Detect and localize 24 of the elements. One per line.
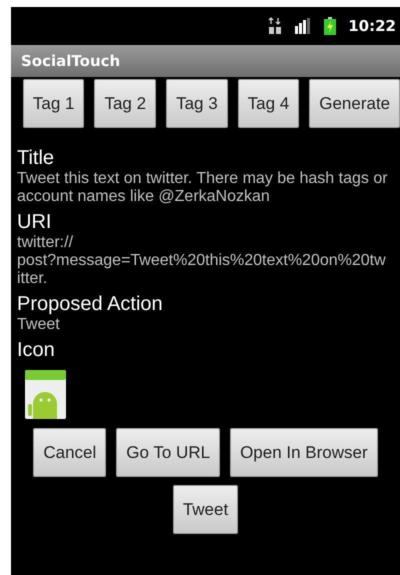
clock-time: 10:22 [348,17,396,35]
section-text: Tweet this text on twitter. There may be hash tags or account names like @ZerkaNozkan [16,170,389,206]
battery-icon [324,17,336,35]
section-heading: Title [16,146,56,170]
tag-button[interactable]: Tag 4 [238,79,300,128]
tag-button[interactable]: Tag 2 [94,79,156,128]
tag-button[interactable]: Tag 1 [22,79,84,128]
action-button[interactable]: Go To URL [116,428,220,477]
section-text: itter. [16,270,48,288]
section-text: twitter:// [16,234,74,252]
action-button[interactable]: Tweet [172,485,238,534]
section-text: post?message=Tweet%20this%20text%20on%20tw [16,252,387,270]
action-button[interactable]: Open In Browser [230,428,378,477]
section-heading: URI [16,210,52,234]
section-heading: Icon [16,338,56,362]
section-text: Tweet [16,316,61,334]
android-app-icon [25,370,66,419]
app-title-bar: SocialTouch [11,45,400,77]
action-button[interactable]: Cancel [33,428,106,477]
tag-button[interactable]: Generate [309,79,400,128]
network-icon [268,17,282,35]
tag-button[interactable]: Tag 3 [166,79,228,128]
section-heading: Proposed Action [16,292,164,316]
signal-icon [294,18,312,34]
